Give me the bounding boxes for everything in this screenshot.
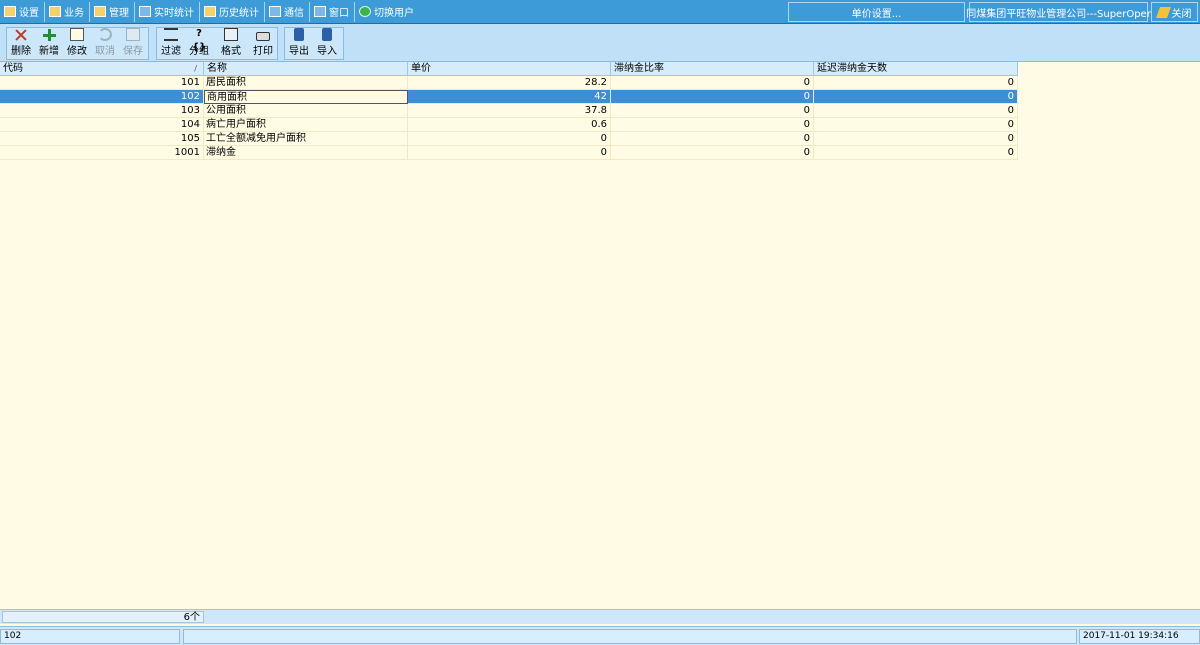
cell-price[interactable]: 0 bbox=[408, 146, 611, 160]
menu-history-stats[interactable]: 历史统计 bbox=[200, 1, 265, 22]
cell-code[interactable]: 101 bbox=[0, 76, 204, 90]
history-stats-icon bbox=[204, 6, 216, 17]
current-form-title: 单价设置... bbox=[788, 2, 965, 22]
cell-name[interactable]: 居民面积 bbox=[204, 76, 408, 90]
cell-name[interactable]: 病亡用户面积 bbox=[204, 118, 408, 132]
cell-price[interactable]: 28.2 bbox=[408, 76, 611, 90]
table-row[interactable]: 103 公用面积 37.8 0 0 bbox=[0, 104, 1018, 118]
add-button[interactable]: 新增 bbox=[35, 28, 63, 59]
edit-button[interactable]: 修改 bbox=[63, 28, 91, 59]
table-row[interactable]: 104 病亡用户面积 0.6 0 0 bbox=[0, 118, 1018, 132]
edit-icon bbox=[70, 28, 84, 41]
cell-late-fee-rate[interactable]: 0 bbox=[611, 146, 814, 160]
cell-name[interactable]: 滞纳金 bbox=[204, 146, 408, 160]
cell-late-fee-days[interactable]: 0 bbox=[814, 104, 1018, 118]
realtime-stats-icon bbox=[139, 6, 151, 17]
edit-button-group: 删除 新增 修改 取消 保存 bbox=[6, 27, 149, 60]
cell-late-fee-rate[interactable]: 0 bbox=[611, 90, 814, 104]
column-header-price[interactable]: 单价 bbox=[408, 62, 611, 76]
table-row[interactable]: 105 工亡全额减免用户面积 0 0 0 bbox=[0, 132, 1018, 146]
company-user-label: 同煤集团平旺物业管理公司---SuperOper bbox=[966, 2, 1151, 22]
delete-icon bbox=[14, 28, 28, 41]
cell-code[interactable]: 1001 bbox=[0, 146, 204, 160]
cell-code[interactable]: 103 bbox=[0, 104, 204, 118]
undo-icon bbox=[98, 28, 112, 41]
table-row[interactable]: 1001 滞纳金 0 0 0 bbox=[0, 146, 1018, 160]
status-datetime: 2017-11-01 19:34:16 bbox=[1079, 629, 1200, 644]
io-button-group: 导出 导入 bbox=[284, 27, 344, 60]
cell-name[interactable]: 商用面积 bbox=[204, 90, 408, 104]
filter-button[interactable]: 过滤 bbox=[157, 28, 185, 59]
group-button[interactable]: ?{} 分组 bbox=[185, 28, 213, 59]
column-header-name[interactable]: 名称 bbox=[204, 62, 408, 76]
cell-late-fee-rate[interactable]: 0 bbox=[611, 118, 814, 132]
cancel-button[interactable]: 取消 bbox=[91, 28, 119, 59]
menu-communication[interactable]: 通信 bbox=[265, 1, 310, 22]
column-header-late-fee-days[interactable]: 延迟滞纳金天数 bbox=[814, 62, 1018, 76]
status-middle bbox=[183, 629, 1077, 644]
communication-icon bbox=[269, 6, 281, 17]
format-button[interactable]: 格式 bbox=[213, 28, 249, 59]
cell-late-fee-days[interactable]: 0 bbox=[814, 76, 1018, 90]
cell-code[interactable]: 105 bbox=[0, 132, 204, 146]
business-icon bbox=[49, 6, 61, 17]
window-icon bbox=[314, 6, 326, 17]
column-header-late-fee-rate[interactable]: 滞纳金比率 bbox=[611, 62, 814, 76]
table-row[interactable]: 102 商用面积 42 0 0 bbox=[0, 90, 1018, 104]
cell-name[interactable]: 工亡全额减免用户面积 bbox=[204, 132, 408, 146]
close-button[interactable]: 关闭 bbox=[1151, 2, 1198, 22]
filter-icon bbox=[164, 28, 178, 41]
menu-window[interactable]: 窗口 bbox=[310, 1, 355, 22]
record-count: 6个 bbox=[2, 611, 204, 623]
cell-code[interactable]: 102 bbox=[0, 90, 204, 104]
format-icon bbox=[224, 28, 238, 41]
status-bar: 102 2017-11-01 19:34:16 bbox=[0, 626, 1200, 645]
cell-late-fee-days[interactable]: 0 bbox=[814, 146, 1018, 160]
view-button-group: 过滤 ?{} 分组 格式 打印 bbox=[156, 27, 278, 60]
table-body: 101 居民面积 28.2 0 0 102 商用面积 42 0 0 103 公用面积 37.8 0 0 104… bbox=[0, 76, 1018, 160]
close-icon bbox=[1155, 6, 1171, 18]
cell-price[interactable]: 0.6 bbox=[408, 118, 611, 132]
menu-realtime-stats[interactable]: 实时统计 bbox=[135, 1, 200, 22]
import-button[interactable]: 导入 bbox=[313, 28, 341, 59]
save-button[interactable]: 保存 bbox=[119, 28, 147, 59]
manage-icon bbox=[94, 6, 106, 17]
group-icon: ?{} bbox=[192, 28, 207, 53]
summary-bar: 6个 bbox=[0, 609, 1200, 624]
cell-price[interactable]: 37.8 bbox=[408, 104, 611, 118]
add-icon bbox=[42, 28, 56, 41]
settings-icon bbox=[4, 6, 16, 17]
column-header-code[interactable]: 代码 / bbox=[0, 62, 204, 76]
cell-late-fee-days[interactable]: 0 bbox=[814, 118, 1018, 132]
cell-code[interactable]: 104 bbox=[0, 118, 204, 132]
cell-late-fee-rate[interactable]: 0 bbox=[611, 76, 814, 90]
delete-button[interactable]: 删除 bbox=[7, 28, 35, 59]
toolbar: 删除 新增 修改 取消 保存 过滤 ?{} 分组 格式 打印 导出 导入 bbox=[0, 24, 1200, 62]
switch-user-icon bbox=[359, 6, 371, 17]
menu-business[interactable]: 业务 bbox=[45, 1, 90, 22]
print-button[interactable]: 打印 bbox=[249, 28, 277, 59]
status-current-code: 102 bbox=[0, 629, 180, 644]
cell-late-fee-rate[interactable]: 0 bbox=[611, 104, 814, 118]
import-icon bbox=[322, 28, 332, 41]
cell-price[interactable]: 0 bbox=[408, 132, 611, 146]
cell-name[interactable]: 公用面积 bbox=[204, 104, 408, 118]
menu-manage[interactable]: 管理 bbox=[90, 1, 135, 22]
save-icon bbox=[126, 28, 140, 41]
cell-price[interactable]: 42 bbox=[408, 90, 611, 104]
table-header: 代码 / 名称 单价 滞纳金比率 延迟滞纳金天数 bbox=[0, 62, 1018, 76]
export-icon bbox=[294, 28, 304, 41]
cell-late-fee-days[interactable]: 0 bbox=[814, 90, 1018, 104]
print-icon bbox=[256, 32, 270, 41]
sort-icon: / bbox=[194, 64, 197, 73]
cell-late-fee-rate[interactable]: 0 bbox=[611, 132, 814, 146]
menu-switch-user[interactable]: 切换用户 bbox=[355, 2, 419, 22]
cell-late-fee-days[interactable]: 0 bbox=[814, 132, 1018, 146]
price-table: 代码 / 名称 单价 滞纳金比率 延迟滞纳金天数 101 居民面积 28.2 0 0 102… bbox=[0, 62, 1018, 160]
menu-settings[interactable]: 设置 bbox=[0, 1, 45, 22]
table-row[interactable]: 101 居民面积 28.2 0 0 bbox=[0, 76, 1018, 90]
export-button[interactable]: 导出 bbox=[285, 28, 313, 59]
